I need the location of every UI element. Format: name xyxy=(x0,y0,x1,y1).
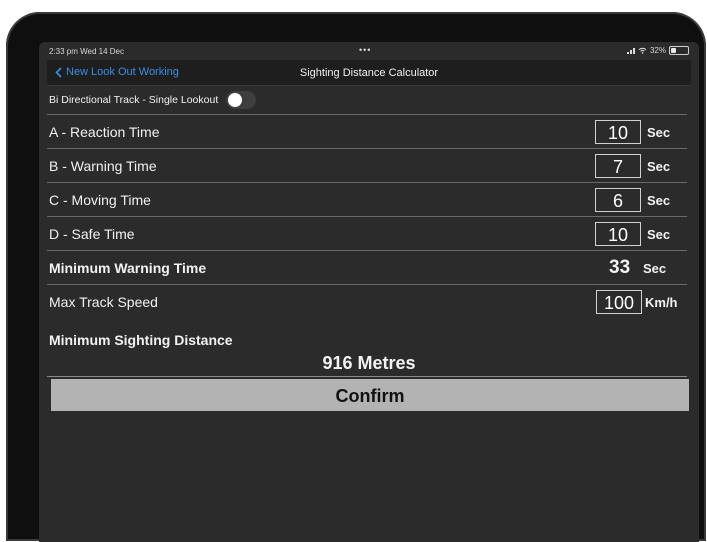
row-label: A - Reaction Time xyxy=(49,124,160,140)
minimum-warning-row: Minimum Warning Time 33 Sec xyxy=(47,250,687,285)
divider xyxy=(47,376,687,377)
safe-time-input[interactable]: 10 xyxy=(595,222,641,246)
max-track-speed-row: Max Track Speed 100 Km/h xyxy=(47,284,687,319)
bidirectional-toggle[interactable] xyxy=(226,91,257,109)
warning-time-input[interactable]: 7 xyxy=(595,154,641,178)
battery-icon xyxy=(669,46,689,55)
safe-time-row: D - Safe Time 10 Sec xyxy=(47,216,687,251)
row-label: C - Moving Time xyxy=(49,192,151,208)
app-screen: 2:33 pm Wed 14 Dec ••• 32% New Look Out … xyxy=(39,42,699,542)
reaction-time-input[interactable]: 10 xyxy=(595,120,641,144)
battery-fill xyxy=(671,48,676,53)
page-title: Sighting Distance Calculator xyxy=(299,67,439,79)
sighting-distance-value: 916 Metres xyxy=(322,353,416,373)
row-label: B - Warning Time xyxy=(49,158,157,174)
max-track-speed-input[interactable]: 100 xyxy=(596,290,642,314)
unit-label: Sec xyxy=(647,125,671,140)
battery-percent: 32% xyxy=(649,46,666,55)
reaction-time-row: A - Reaction Time 10 Sec xyxy=(47,114,687,149)
moving-time-row: C - Moving Time 6 Sec xyxy=(47,182,687,217)
bidirectional-toggle-row: Bi Directional Track - Single Lookout xyxy=(47,88,687,112)
unit-label: Sec xyxy=(643,261,667,276)
moving-time-input[interactable]: 6 xyxy=(595,188,641,212)
cellular-signal-icon xyxy=(626,47,635,54)
status-time: 2:33 pm Wed 14 Dec xyxy=(49,47,125,56)
status-bar: 2:33 pm Wed 14 Dec ••• 32% xyxy=(39,42,699,60)
wifi-icon xyxy=(638,47,647,54)
ipad-frame: 2:33 pm Wed 14 Dec ••• 32% New Look Out … xyxy=(6,12,706,542)
unit-label: Km/h xyxy=(645,295,678,310)
minimum-warning-value: 33 xyxy=(609,257,631,278)
multitasking-dots-icon[interactable]: ••• xyxy=(359,45,371,55)
navigation-bar: New Look Out Working Sighting Distance C… xyxy=(47,60,691,86)
warning-time-row: B - Warning Time 7 Sec xyxy=(47,148,687,183)
toggle-knob xyxy=(228,93,243,107)
max-track-speed-label: Max Track Speed xyxy=(49,294,158,310)
unit-label: Sec xyxy=(647,159,671,174)
minimum-warning-label: Minimum Warning Time xyxy=(49,260,207,276)
sighting-distance-label: Minimum Sighting Distance xyxy=(49,332,233,348)
unit-label: Sec xyxy=(647,227,671,242)
unit-label: Sec xyxy=(647,193,671,208)
confirm-button[interactable]: Confirm xyxy=(51,379,689,411)
toggle-label: Bi Directional Track - Single Lookout xyxy=(49,94,219,106)
status-indicators: 32% xyxy=(626,46,689,55)
row-label: D - Safe Time xyxy=(49,226,135,242)
